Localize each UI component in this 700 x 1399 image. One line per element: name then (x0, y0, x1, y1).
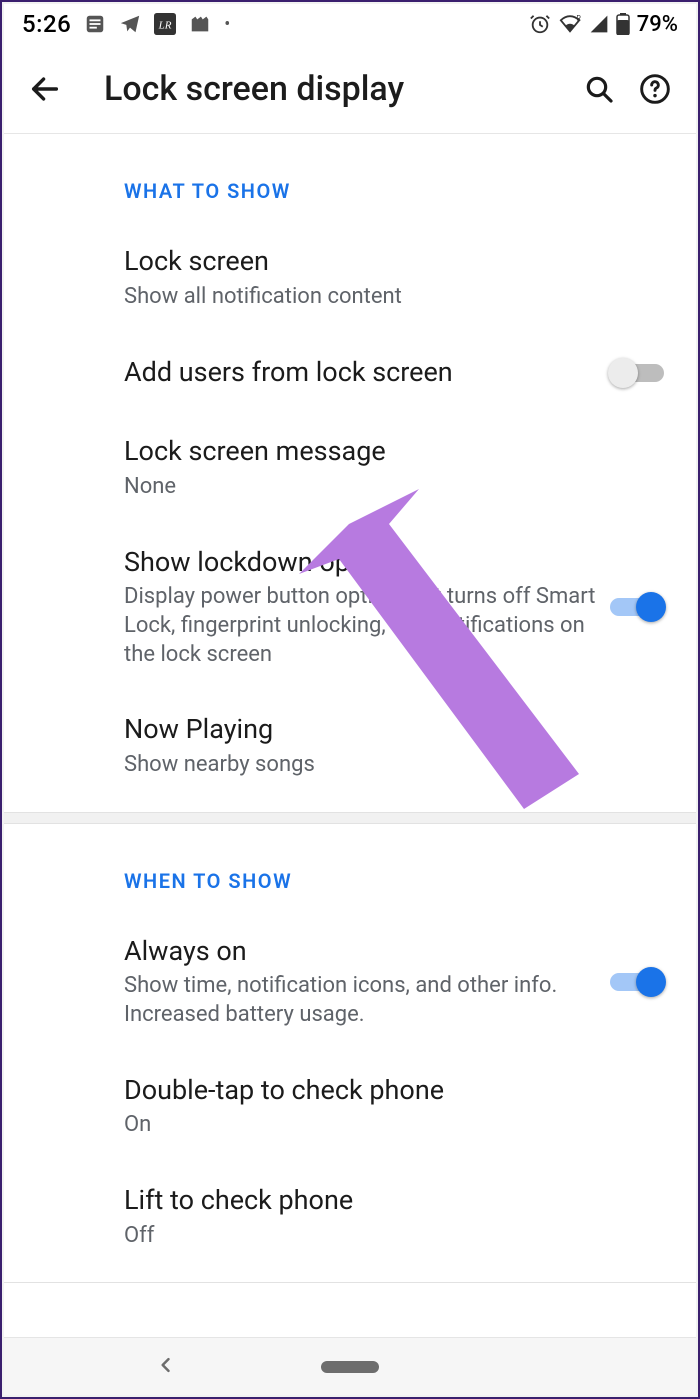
battery-percentage: 79% (637, 12, 678, 37)
row-label: Now Playing (124, 713, 652, 747)
wifi-icon: R (558, 13, 582, 35)
status-bar: 5:26 LR • R (4, 4, 696, 44)
status-time: 5:26 (22, 10, 71, 38)
movie-notif-icon (189, 13, 211, 35)
back-button[interactable] (22, 66, 68, 112)
section-divider (4, 1282, 696, 1283)
row-label: Lock screen message (124, 435, 652, 469)
row-sub: Show all notification content (124, 283, 652, 312)
row-label: Add users from lock screen (124, 356, 598, 390)
row-lock-screen[interactable]: Lock screen Show all notification conten… (4, 223, 696, 333)
lr-notif-icon: LR (154, 13, 176, 35)
arrow-left-icon (28, 72, 62, 106)
row-sub: Display power button option that turns o… (124, 583, 598, 669)
toggle-add-users[interactable] (610, 358, 664, 388)
row-label: Show lockdown option (124, 546, 598, 580)
app-bar: Lock screen display (4, 44, 696, 134)
alarm-icon (529, 13, 551, 35)
svg-text:R: R (576, 13, 581, 22)
section-when-to-show: WHEN TO SHOW Always on Show time, notifi… (4, 824, 696, 1283)
nav-home-pill[interactable] (321, 1361, 379, 1373)
settings-content[interactable]: WHAT TO SHOW Lock screen Show all notifi… (4, 134, 696, 1337)
section-what-to-show: WHAT TO SHOW Lock screen Show all notifi… (4, 134, 696, 812)
toggle-lockdown[interactable] (610, 592, 664, 622)
row-always-on[interactable]: Always on Show time, notification icons,… (4, 913, 696, 1052)
svg-text:LR: LR (158, 20, 172, 32)
row-lift[interactable]: Lift to check phone Off (4, 1162, 696, 1272)
system-nav-bar (4, 1337, 696, 1395)
more-notif-icon: • (224, 14, 230, 35)
row-add-users[interactable]: Add users from lock screen (4, 333, 696, 413)
toggle-always-on[interactable] (610, 967, 664, 997)
nav-back-button[interactable] (156, 1355, 176, 1379)
telegram-notif-icon (119, 13, 141, 35)
search-icon (583, 73, 615, 105)
chevron-left-icon (156, 1355, 176, 1375)
row-lockdown[interactable]: Show lockdown option Display power butto… (4, 524, 696, 692)
message-notif-icon (84, 13, 106, 35)
row-sub: Show time, notification icons, and other… (124, 972, 598, 1029)
section-header-what: WHAT TO SHOW (4, 134, 696, 223)
page-title: Lock screen display (104, 69, 576, 109)
row-sub: None (124, 473, 652, 502)
row-label: Double-tap to check phone (124, 1074, 652, 1108)
row-label: Always on (124, 935, 598, 969)
row-double-tap[interactable]: Double-tap to check phone On (4, 1052, 696, 1162)
row-sub: Off (124, 1222, 652, 1251)
help-icon (639, 73, 671, 105)
section-divider (4, 812, 696, 824)
row-now-playing[interactable]: Now Playing Show nearby songs (4, 691, 696, 801)
row-label: Lift to check phone (124, 1184, 652, 1218)
help-button[interactable] (632, 66, 678, 112)
row-lock-message[interactable]: Lock screen message None (4, 413, 696, 523)
section-header-when: WHEN TO SHOW (4, 824, 696, 913)
search-button[interactable] (576, 66, 622, 112)
signal-icon (589, 14, 609, 34)
row-label: Lock screen (124, 245, 652, 279)
battery-icon (616, 13, 630, 35)
row-sub: On (124, 1111, 652, 1140)
row-sub: Show nearby songs (124, 751, 652, 780)
